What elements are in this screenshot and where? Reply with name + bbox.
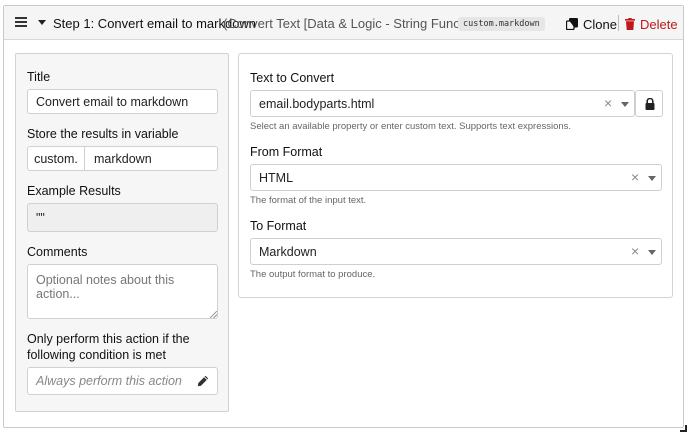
resize-handle-icon[interactable] — [210, 311, 217, 318]
title-input[interactable]: Convert email to markdown — [27, 89, 218, 114]
hamburger-icon[interactable] — [15, 17, 27, 27]
from-format-value: HTML — [259, 170, 294, 185]
to-format-select[interactable]: Markdown × — [250, 238, 662, 265]
from-format-label: From Format — [250, 145, 323, 159]
clear-icon[interactable]: × — [604, 96, 612, 110]
condition-label: Only perform this action if the followin… — [27, 332, 190, 362]
variable-badge: custom.markdown — [458, 17, 545, 31]
clone-button[interactable]: Clone — [566, 15, 617, 33]
step-header: Step 1: Convert email to markdown (Conve… — [4, 6, 683, 40]
header-divider — [618, 15, 619, 31]
comments-textarea[interactable]: Optional notes about this action... — [27, 264, 218, 319]
action-step-card: Step 1: Convert email to markdown (Conve… — [3, 5, 684, 428]
chevron-down-icon[interactable] — [621, 102, 629, 107]
lock-icon — [645, 98, 655, 110]
clone-label: Clone — [583, 16, 617, 32]
pencil-icon[interactable] — [197, 375, 209, 387]
window-resize-corner-icon[interactable] — [680, 425, 687, 432]
text-to-convert-value: email.bodyparts.html — [259, 96, 375, 111]
text-to-convert-label: Text to Convert — [250, 71, 335, 85]
caret-down-icon[interactable] — [38, 20, 46, 25]
step-action-type: (Convert Text [Data & Logic - String Fun… — [223, 16, 496, 31]
store-variable-value: markdown — [94, 151, 152, 166]
text-to-convert-hint: Select an available property or enter cu… — [250, 121, 572, 132]
example-results-field: "" — [27, 203, 218, 232]
to-format-value: Markdown — [259, 244, 317, 259]
delete-label: Delete — [640, 16, 678, 32]
step-settings-panel: Title Convert email to markdown Store th… — [15, 53, 229, 412]
to-format-hint: The output format to produce. — [250, 269, 376, 280]
action-config-panel: Text to Convert email.bodyparts.html × S… — [238, 53, 673, 298]
chevron-down-icon[interactable] — [648, 250, 656, 255]
title-label: Title — [27, 70, 51, 84]
from-format-select[interactable]: HTML × — [250, 164, 662, 191]
lock-button[interactable] — [635, 90, 663, 117]
delete-button[interactable]: Delete — [625, 15, 678, 33]
to-format-label: To Format — [250, 219, 307, 233]
copy-icon — [566, 18, 578, 30]
from-format-hint: The format of the input text. — [250, 195, 367, 206]
condition-placeholder: Always perform this action — [36, 374, 182, 388]
variable-prefix: custom. — [28, 147, 85, 170]
example-results-label: Example Results — [27, 184, 121, 198]
trash-icon — [625, 18, 635, 30]
comments-label: Comments — [27, 245, 88, 259]
text-to-convert-input[interactable]: email.bodyparts.html × — [250, 90, 635, 117]
store-variable-input[interactable]: custom. markdown — [27, 146, 218, 171]
store-variable-label: Store the results in variable — [27, 127, 179, 141]
condition-field[interactable]: Always perform this action — [27, 367, 218, 395]
clear-icon[interactable]: × — [631, 170, 639, 184]
clear-icon[interactable]: × — [631, 244, 639, 258]
chevron-down-icon[interactable] — [648, 176, 656, 181]
